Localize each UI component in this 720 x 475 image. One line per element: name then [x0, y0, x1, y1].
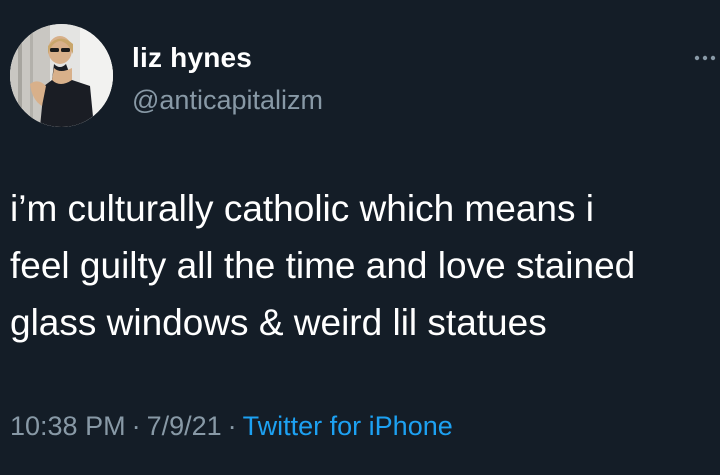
metadata-separator: ·: [131, 411, 141, 441]
author-avatar[interactable]: [10, 24, 113, 127]
author-handle[interactable]: @anticapitalizm: [132, 83, 323, 117]
metadata-separator: ·: [227, 411, 237, 441]
tweet-source-link[interactable]: Twitter for iPhone: [243, 411, 453, 441]
tweet-time[interactable]: 10:38 PM: [10, 411, 126, 441]
more-horizontal-icon[interactable]: [694, 54, 716, 62]
tweet-card: liz hynes @anticapitalizm i’m culturally…: [0, 0, 720, 475]
tweet-date[interactable]: 7/9/21: [147, 411, 222, 441]
profile-photo-icon: [10, 24, 113, 127]
author-display-name[interactable]: liz hynes: [132, 40, 252, 76]
tweet-metadata: 10:38 PM · 7/9/21 · Twitter for iPhone: [10, 408, 453, 444]
tweet-body-text: i’m culturally catholic which means i fe…: [10, 188, 636, 343]
